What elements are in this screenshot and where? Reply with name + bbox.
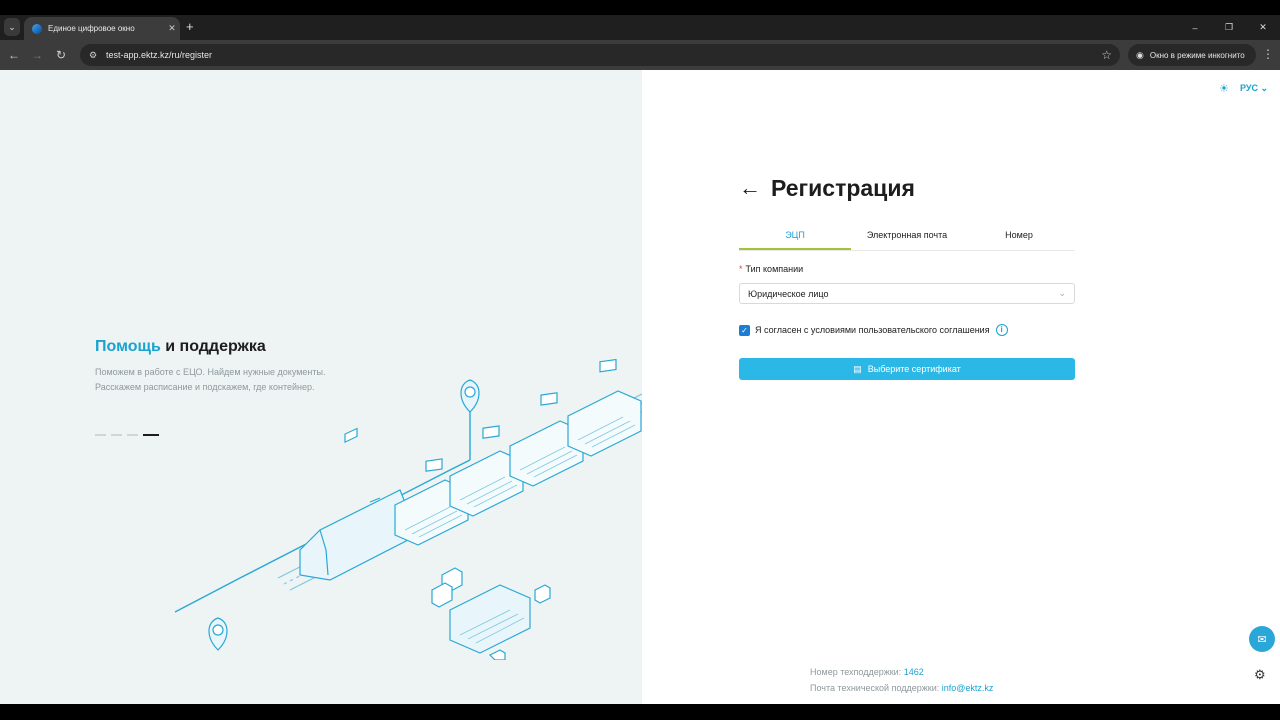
- support-phone: Номер техподдержки: 1462: [810, 664, 993, 680]
- chevron-down-icon: ⌄: [1058, 288, 1066, 298]
- support-info: Номер техподдержки: 1462 Почта техническ…: [810, 664, 993, 696]
- required-mark: *: [739, 264, 743, 274]
- reload-icon[interactable]: ↻: [53, 47, 69, 63]
- bottom-letterbox: [0, 704, 1280, 720]
- gear-icon[interactable]: ⚙: [1254, 667, 1266, 683]
- bookmark-star-icon[interactable]: ☆: [1101, 48, 1112, 62]
- select-certificate-label: Выберите сертификат: [867, 364, 961, 374]
- minimize-button[interactable]: –: [1178, 15, 1212, 40]
- carousel-dot[interactable]: [95, 434, 106, 436]
- incognito-label: Окно в режиме инкогнито: [1149, 50, 1245, 60]
- chat-icon: ✉: [1257, 633, 1267, 646]
- tab-title: Единое цифровое окно: [48, 24, 135, 33]
- address-bar[interactable]: ⚙ test-app.ektz.kz/ru/register ☆: [80, 44, 1120, 66]
- support-email: Почта технической поддержки: info@ektz.k…: [810, 680, 993, 696]
- promo-panel: Помощь и поддержка Поможем в работе с ЕЦ…: [0, 70, 642, 704]
- carousel-dot[interactable]: [127, 434, 138, 436]
- tab-search-button[interactable]: ⌄: [4, 18, 20, 36]
- incognito-icon: ◉: [1136, 49, 1144, 60]
- window-controls: – ❐ ✕: [1178, 15, 1280, 40]
- info-icon[interactable]: i: [995, 324, 1008, 336]
- browser-menu-icon[interactable]: ⋮: [1262, 47, 1274, 61]
- close-window-button[interactable]: ✕: [1246, 15, 1280, 40]
- site-favicon-icon: [32, 23, 42, 34]
- sun-icon[interactable]: ☀: [1219, 82, 1229, 95]
- company-type-label-text: Тип компании: [745, 264, 804, 274]
- support-email-value[interactable]: info@ektz.kz: [942, 683, 994, 693]
- close-tab-icon[interactable]: ✕: [164, 23, 180, 34]
- new-tab-button[interactable]: +: [186, 19, 194, 35]
- agreement-text: Я согласен с условиями пользовательского…: [755, 325, 990, 335]
- carousel-dot[interactable]: [111, 434, 122, 436]
- screen: ⌄ Единое цифровое окно ✕ + – ❐ ✕ ← → ↻ ⚙…: [0, 0, 1280, 720]
- company-type-select[interactable]: Юридическое лицо ⌄: [739, 283, 1075, 304]
- tab-ecp[interactable]: ЭЦП: [739, 224, 851, 250]
- browser-toolbar: ← → ↻ ⚙ test-app.ektz.kz/ru/register ☆ ◉…: [0, 40, 1280, 70]
- train-illustration: [174, 358, 642, 660]
- site-info-icon[interactable]: ⚙: [86, 48, 100, 62]
- page-title: Регистрация: [771, 174, 915, 201]
- chevron-down-icon: ⌄: [1260, 83, 1269, 93]
- language-label: РУС: [1240, 83, 1258, 93]
- agreement-checkbox[interactable]: ✓: [739, 324, 750, 336]
- registration-panel: ☀ РУС ⌄ ← Регистрация ЭЦП Электронная по…: [642, 70, 1280, 704]
- certificate-icon: ▤: [853, 363, 862, 374]
- support-phone-value[interactable]: 1462: [904, 667, 924, 677]
- select-certificate-button[interactable]: ▤ Выберите сертификат: [739, 358, 1075, 380]
- support-email-label: Почта технической поддержки:: [810, 683, 940, 693]
- browser-tab[interactable]: Единое цифровое окно ✕: [24, 17, 180, 40]
- restore-button[interactable]: ❐: [1212, 15, 1246, 40]
- back-arrow-icon[interactable]: ←: [739, 177, 761, 199]
- back-icon[interactable]: ←: [6, 47, 22, 63]
- registration-form: ← Регистрация ЭЦП Электронная почта Номе…: [739, 170, 1075, 380]
- chat-widget-button[interactable]: ✉: [1249, 626, 1275, 652]
- company-type-label: * Тип компании: [739, 264, 803, 274]
- forward-icon[interactable]: →: [29, 47, 45, 63]
- incognito-indicator[interactable]: ◉ Окно в режиме инкогнито: [1128, 44, 1256, 66]
- support-phone-label: Номер техподдержки:: [810, 667, 902, 677]
- company-type-value: Юридическое лицо: [748, 288, 829, 299]
- page-content: Помощь и поддержка Поможем в работе с ЕЦ…: [0, 70, 1280, 704]
- registration-tabs: ЭЦП Электронная почта Номер: [739, 224, 1075, 251]
- tab-phone[interactable]: Номер: [963, 224, 1075, 250]
- agreement-row: ✓ Я согласен с условиями пользовательско…: [739, 324, 1008, 336]
- tab-email[interactable]: Электронная почта: [851, 224, 963, 250]
- url-text: test-app.ektz.kz/ru/register: [106, 50, 213, 60]
- browser-tab-bar: ⌄ Единое цифровое окно ✕ + – ❐ ✕: [0, 15, 1280, 40]
- language-selector[interactable]: РУС ⌄: [1240, 83, 1268, 94]
- form-header: ← Регистрация: [739, 170, 1075, 206]
